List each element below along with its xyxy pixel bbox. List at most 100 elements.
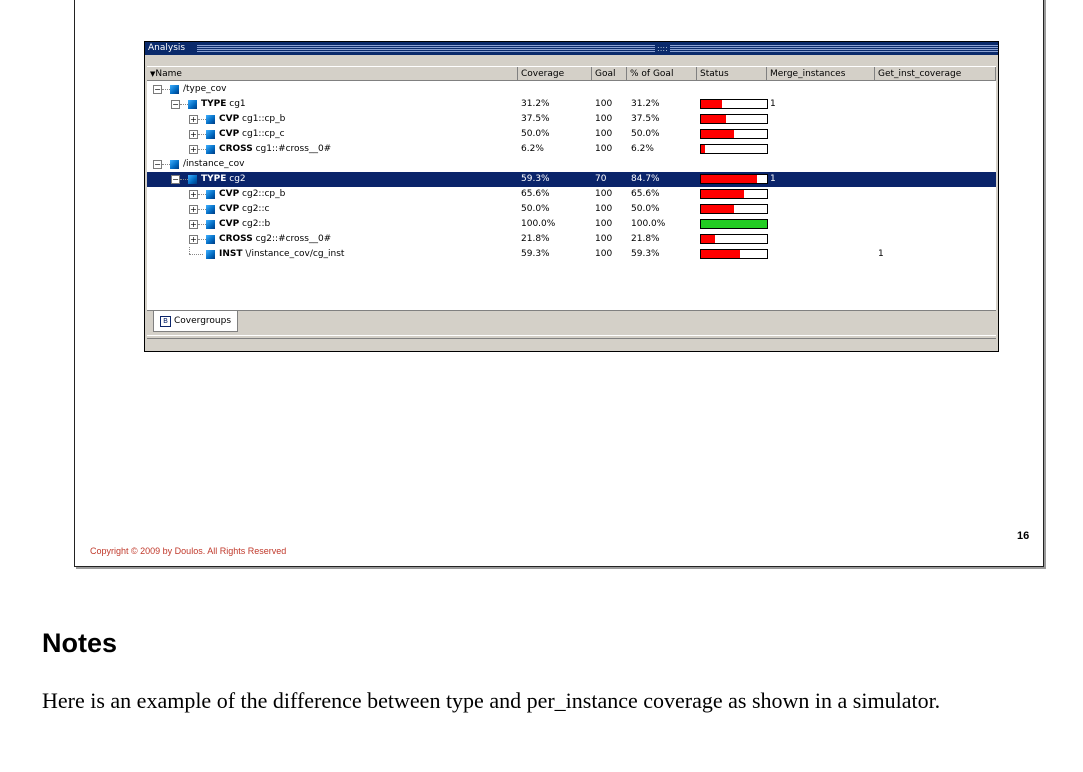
coverage-item-icon (170, 160, 179, 169)
status-bar-fill (701, 205, 734, 213)
column-header-status[interactable]: Status (697, 67, 767, 81)
table-row[interactable]: + CROSS cg2::#cross__0# 21.8% 100 21.8% (147, 232, 996, 247)
column-header-pct-goal[interactable]: % of Goal (627, 67, 697, 81)
coverage-value: 59.3% (521, 174, 550, 184)
table-header: ▼Name Coverage Goal % of Goal Status Mer… (147, 67, 996, 81)
row-name: INST \/instance_cov/cg_inst (219, 247, 344, 262)
coverage-value: 100.0% (521, 219, 556, 229)
coverage-item-icon (188, 100, 197, 109)
row-label: cg1::#cross__0# (252, 144, 332, 154)
expand-icon[interactable]: + (189, 205, 198, 214)
row-kind: CVP (219, 129, 240, 139)
coverage-item-icon (206, 205, 215, 214)
pct-goal-value: 59.3% (631, 249, 660, 259)
table-row[interactable]: − TYPE cg2 59.3% 70 84.7% 1 (147, 172, 996, 187)
notes-heading: Notes (42, 628, 118, 658)
table-row[interactable]: + CVP cg2::b 100.0% 100 100.0% (147, 217, 996, 232)
column-header-merge-instances[interactable]: Merge_instances (767, 67, 875, 81)
collapse-icon[interactable]: − (153, 85, 162, 94)
row-name: /type_cov (183, 82, 226, 97)
row-label: cg2::b (239, 219, 271, 229)
pct-goal-value: 21.8% (631, 234, 660, 244)
coverage-value: 50.0% (521, 129, 550, 139)
row-kind: CVP (219, 219, 240, 229)
table-row[interactable]: INST \/instance_cov/cg_inst 59.3% 100 59.3%… (147, 247, 996, 262)
row-kind: CROSS (219, 144, 253, 154)
coverage-value: 31.2% (521, 99, 550, 109)
expand-icon[interactable]: + (189, 115, 198, 124)
status-bar-gauge (700, 189, 768, 199)
goal-value: 100 (595, 144, 613, 154)
goal-value: 100 (595, 114, 613, 124)
coverage-item-icon (206, 115, 215, 124)
row-label: cg2::c (239, 204, 270, 214)
row-kind: CVP (219, 114, 240, 124)
column-header-goal[interactable]: Goal (592, 67, 627, 81)
table-row[interactable]: + CVP cg1::cp_c 50.0% 100 50.0% (147, 127, 996, 142)
status-bar-fill (701, 220, 767, 228)
coverage-item-icon (206, 145, 215, 154)
coverage-value: 37.5% (521, 114, 550, 124)
status-bar-fill (701, 175, 757, 183)
expand-icon[interactable]: + (189, 130, 198, 139)
merge-instances-value: 1 (770, 99, 776, 109)
status-bar-fill (701, 145, 706, 153)
table-row[interactable]: + CVP cg2::c 50.0% 100 50.0% (147, 202, 996, 217)
tree-connector (198, 224, 206, 225)
coverage-item-icon (206, 190, 215, 199)
status-bar-gauge (700, 144, 768, 154)
goal-value: 100 (595, 129, 613, 139)
column-header-get-inst-coverage[interactable]: Get_inst_coverage (875, 67, 996, 81)
row-label: cg2::#cross__0# (252, 234, 332, 244)
coverage-item-icon (206, 235, 215, 244)
merge-instances-value: 1 (770, 174, 776, 184)
row-label: cg2::cp_b (239, 189, 286, 199)
status-bar-fill (701, 130, 734, 138)
coverage-item-icon (188, 175, 197, 184)
expand-icon[interactable]: + (189, 235, 198, 244)
tree-connector (180, 179, 188, 180)
goal-value: 100 (595, 99, 613, 109)
collapse-icon[interactable]: − (171, 100, 180, 109)
table-row[interactable]: + CVP cg2::cp_b 65.6% 100 65.6% (147, 187, 996, 202)
status-bar-fill (701, 250, 741, 258)
column-header-name[interactable]: ▼Name (147, 67, 518, 81)
pct-goal-value: 50.0% (631, 129, 660, 139)
expand-icon[interactable]: + (189, 220, 198, 229)
table-row[interactable]: − TYPE cg1 31.2% 100 31.2% 1 (147, 97, 996, 112)
table-row[interactable]: − /instance_cov (147, 157, 996, 172)
tree-connector (198, 119, 206, 120)
status-bar-gauge (700, 234, 768, 244)
row-kind: INST (219, 249, 243, 259)
window-title-bar[interactable]: Analysis :::: (145, 42, 998, 55)
row-name: CVP cg2::cp_b (219, 187, 285, 202)
tab-covergroups[interactable]: B Covergroups (153, 311, 239, 332)
row-kind: CVP (219, 204, 240, 214)
drag-grip-icon[interactable]: :::: (655, 43, 670, 54)
row-name: CROSS cg1::#cross__0# (219, 142, 331, 157)
expand-icon[interactable]: + (189, 145, 198, 154)
pct-goal-value: 37.5% (631, 114, 660, 124)
pct-goal-value: 100.0% (631, 219, 666, 229)
row-kind: CVP (219, 189, 240, 199)
row-name: CROSS cg2::#cross__0# (219, 232, 331, 247)
table-row[interactable]: − /type_cov (147, 82, 996, 97)
table-row[interactable]: + CVP cg1::cp_b 37.5% 100 37.5% (147, 112, 996, 127)
goal-value: 100 (595, 249, 613, 259)
row-label: \/instance_cov/cg_inst (242, 249, 345, 259)
covergroup-tab-icon: B (160, 316, 171, 327)
pct-goal-value: 50.0% (631, 204, 660, 214)
collapse-icon[interactable]: − (153, 160, 162, 169)
column-header-coverage[interactable]: Coverage (518, 67, 592, 81)
row-label: cg1 (226, 99, 246, 109)
goal-value: 100 (595, 204, 613, 214)
collapse-icon[interactable]: − (171, 175, 180, 184)
row-label: /instance_cov (183, 159, 245, 169)
tree-connector (198, 149, 206, 150)
status-bar (147, 338, 996, 349)
table-row[interactable]: + CROSS cg1::#cross__0# 6.2% 100 6.2% (147, 142, 996, 157)
expand-icon[interactable]: + (189, 190, 198, 199)
notes-body: Here is an example of the difference bet… (42, 688, 941, 713)
coverage-value: 59.3% (521, 249, 550, 259)
status-bar-fill (701, 190, 745, 198)
